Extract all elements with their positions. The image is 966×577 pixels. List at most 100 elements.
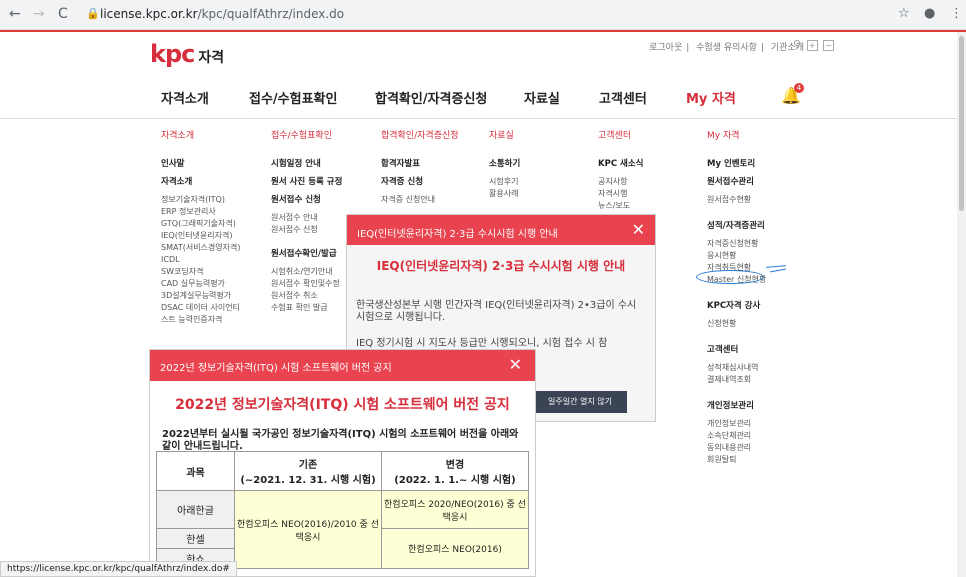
menu-item[interactable]: GTQ(그래픽기술자격) bbox=[161, 218, 240, 230]
menu-item[interactable]: 자격시행 bbox=[598, 188, 643, 200]
annotation-mark bbox=[765, 265, 787, 268]
menu-item[interactable]: 시험취소/연기안내 bbox=[271, 266, 342, 278]
menu-item[interactable]: 자격증 신청 bbox=[381, 176, 459, 188]
mega-head[interactable]: 접수/수험표확인 bbox=[271, 130, 342, 142]
util-icons: ⚲ + − bbox=[793, 38, 835, 51]
reload-icon[interactable]: C bbox=[58, 6, 68, 22]
menu-item[interactable]: 소속단체관리 bbox=[707, 430, 766, 442]
menu-item[interactable]: 개인정보관리 bbox=[707, 400, 766, 412]
menu-item[interactable]: 3D설계실무능력평가 bbox=[161, 290, 240, 302]
notice-link[interactable]: 수험생 유의사항 bbox=[696, 43, 757, 53]
menu-item[interactable]: SMAT(서비스경영자격) bbox=[161, 242, 240, 254]
menu-kebab-icon[interactable]: ⋮ bbox=[950, 6, 963, 21]
menu-item[interactable]: 응시현황 bbox=[707, 250, 766, 262]
menu-item[interactable]: 원서접수 신청 bbox=[271, 194, 342, 206]
close-icon[interactable]: ✕ bbox=[509, 355, 522, 374]
menu-item[interactable]: KPC자격 강사 bbox=[707, 300, 766, 312]
menu-item[interactable]: 정보기술자격(ITQ) bbox=[161, 194, 240, 206]
mega-col-data: 자료실 소통하기 시험후기 활용사례 bbox=[489, 130, 520, 200]
menu-item[interactable]: 자격소개 bbox=[161, 176, 240, 188]
nav-result[interactable]: 합격확인/자격증신청 bbox=[375, 88, 487, 107]
menu-item[interactable]: 자격증신청현황 bbox=[707, 238, 766, 250]
menu-item[interactable]: KPC 새소식 bbox=[598, 158, 643, 170]
menu-item[interactable]: SW코딩자격 bbox=[161, 266, 240, 278]
popup-body: 한국생산성본부 시행 민간자격 IEQ(인터넷윤리자격) 2•3급이 수시 시험… bbox=[356, 300, 637, 323]
mega-col-intro: 자격소개 인사말 자격소개 정보기술자격(ITQ) ERP 정보관리사 GTQ(… bbox=[161, 130, 240, 326]
menu-item[interactable]: 공지사항 bbox=[598, 176, 643, 188]
menu-item[interactable]: 동의내용관리 bbox=[707, 442, 766, 454]
popup-title: IEQ(인터넷윤리자격) 2·3급 수시시험 시행 안내 bbox=[376, 259, 626, 273]
menu-item[interactable]: 고객센터 bbox=[707, 344, 766, 356]
table-cell: 아래한글 bbox=[156, 490, 235, 529]
nav-support[interactable]: 고객센터 bbox=[599, 88, 647, 107]
site-logo[interactable]: kpc 자격 bbox=[150, 40, 224, 68]
menu-item[interactable]: 회원탈퇴 bbox=[707, 454, 766, 466]
popup-header: IEQ(인터넷윤리자격) 2·3급 수시시험 시행 안내 ✕ bbox=[347, 215, 655, 245]
menu-item[interactable]: 원서접수 신청 bbox=[271, 224, 342, 236]
zoom-out-icon[interactable]: − bbox=[823, 40, 835, 51]
back-icon[interactable]: ← bbox=[9, 6, 21, 22]
menu-item[interactable]: 원서접수 안내 bbox=[271, 212, 342, 224]
menu-item[interactable]: 원서접수 취소 bbox=[271, 290, 342, 302]
menu-item[interactable]: ERP 정보관리사 bbox=[161, 206, 240, 218]
menu-item[interactable]: 스트 능력인증자격 bbox=[161, 314, 240, 326]
menu-item[interactable]: 결제내역조회 bbox=[707, 374, 766, 386]
menu-item[interactable]: CAD 실무능력평가 bbox=[161, 278, 240, 290]
main-nav: 자격소개 접수/수험표확인 합격확인/자격증신청 자료실 고객센터 My 자격 bbox=[0, 88, 966, 112]
close-week-button[interactable]: 일주일간 열지 않기 bbox=[533, 391, 627, 413]
address-bar[interactable]: 🔒 license.kpc.or.kr/kpc/qualfAthrz/index… bbox=[86, 4, 886, 26]
mega-head[interactable]: 자료실 bbox=[489, 130, 520, 142]
scrollbar[interactable] bbox=[957, 32, 966, 577]
forward-icon[interactable]: → bbox=[33, 6, 45, 22]
mega-head[interactable]: 자격소개 bbox=[161, 130, 240, 142]
annotation-circle bbox=[696, 270, 764, 284]
close-icon[interactable]: ✕ bbox=[632, 220, 645, 239]
nav-apply[interactable]: 접수/수험표확인 bbox=[249, 88, 337, 107]
table-cell: 한셀 bbox=[156, 528, 235, 549]
zoom-in-icon[interactable]: + bbox=[806, 40, 818, 51]
itq-popup: 2022년 정보기술자격(ITQ) 시험 소프트웨어 버전 공지 ✕ 2022년… bbox=[149, 349, 536, 577]
url-host: license.kpc.or.kr bbox=[100, 7, 198, 21]
popup-title: 2022년 정보기술자격(ITQ) 시험 소프트웨어 버전 공지 bbox=[175, 397, 510, 413]
menu-item[interactable]: 합격자발표 bbox=[381, 158, 459, 170]
menu-item[interactable]: 원서접수확인/발급 bbox=[271, 248, 342, 260]
annotation-mark bbox=[770, 268, 786, 273]
nav-intro[interactable]: 자격소개 bbox=[161, 88, 209, 107]
popup-header-title: IEQ(인터넷윤리자격) 2·3급 수시시험 시행 안내 bbox=[357, 229, 558, 240]
menu-item[interactable]: 성적재심사내역 bbox=[707, 362, 766, 374]
menu-item[interactable]: 시험후기 bbox=[489, 176, 520, 188]
logout-link[interactable]: 로그아웃 bbox=[649, 43, 682, 53]
menu-item[interactable]: IEQ(인터넷윤리자격) bbox=[161, 230, 240, 242]
menu-item[interactable]: 원서접수관리 bbox=[707, 176, 766, 188]
th-subject: 과목 bbox=[156, 451, 235, 491]
menu-item[interactable]: 시험일정 안내 bbox=[271, 158, 342, 170]
menu-item[interactable]: 인사말 bbox=[161, 158, 240, 170]
menu-item[interactable]: 신청현황 bbox=[707, 318, 766, 330]
menu-item[interactable]: My 인벤토리 bbox=[707, 158, 766, 170]
bookmark-star-icon[interactable]: ☆ bbox=[898, 6, 910, 21]
profile-icon[interactable]: ● bbox=[924, 6, 935, 21]
notification-badge: 4 bbox=[794, 83, 804, 93]
menu-item[interactable]: 소통하기 bbox=[489, 158, 520, 170]
menu-item[interactable]: 원서접수현황 bbox=[707, 194, 766, 206]
version-table: 과목 기존 (~2021. 12. 31. 시행 시험) 변경 (2022. 1. … bbox=[156, 451, 529, 569]
menu-item[interactable]: 원서 사진 등록 규정 bbox=[271, 176, 342, 188]
menu-item[interactable]: 원서접수 확인및수정 bbox=[271, 278, 342, 290]
menu-item[interactable]: 성적/자격증관리 bbox=[707, 220, 766, 232]
mega-head[interactable]: My 자격 bbox=[707, 130, 766, 142]
search-icon[interactable]: ⚲ bbox=[793, 38, 801, 51]
menu-item[interactable]: ICDL bbox=[161, 254, 240, 266]
menu-item[interactable]: 뉴스/보도 bbox=[598, 200, 643, 212]
menu-item[interactable]: 자격증 신청안내 bbox=[381, 194, 459, 206]
mega-col-support: 고객센터 KPC 새소식 공지사항 자격시행 뉴스/보도 bbox=[598, 130, 643, 212]
menu-item[interactable]: DSAC 데이터 사이언티 bbox=[161, 302, 240, 314]
menu-item[interactable]: 개인정보관리 bbox=[707, 418, 766, 430]
nav-my[interactable]: My 자격 bbox=[686, 88, 736, 107]
nav-divider bbox=[0, 118, 966, 119]
nav-data[interactable]: 자료실 bbox=[524, 88, 560, 107]
menu-item[interactable]: 수험표 확인 발급 bbox=[271, 302, 342, 314]
scrollbar-thumb[interactable] bbox=[959, 36, 964, 211]
menu-item[interactable]: 활용사례 bbox=[489, 188, 520, 200]
mega-head[interactable]: 고객센터 bbox=[598, 130, 643, 142]
mega-head[interactable]: 합격확인/자격증신청 bbox=[381, 130, 459, 142]
